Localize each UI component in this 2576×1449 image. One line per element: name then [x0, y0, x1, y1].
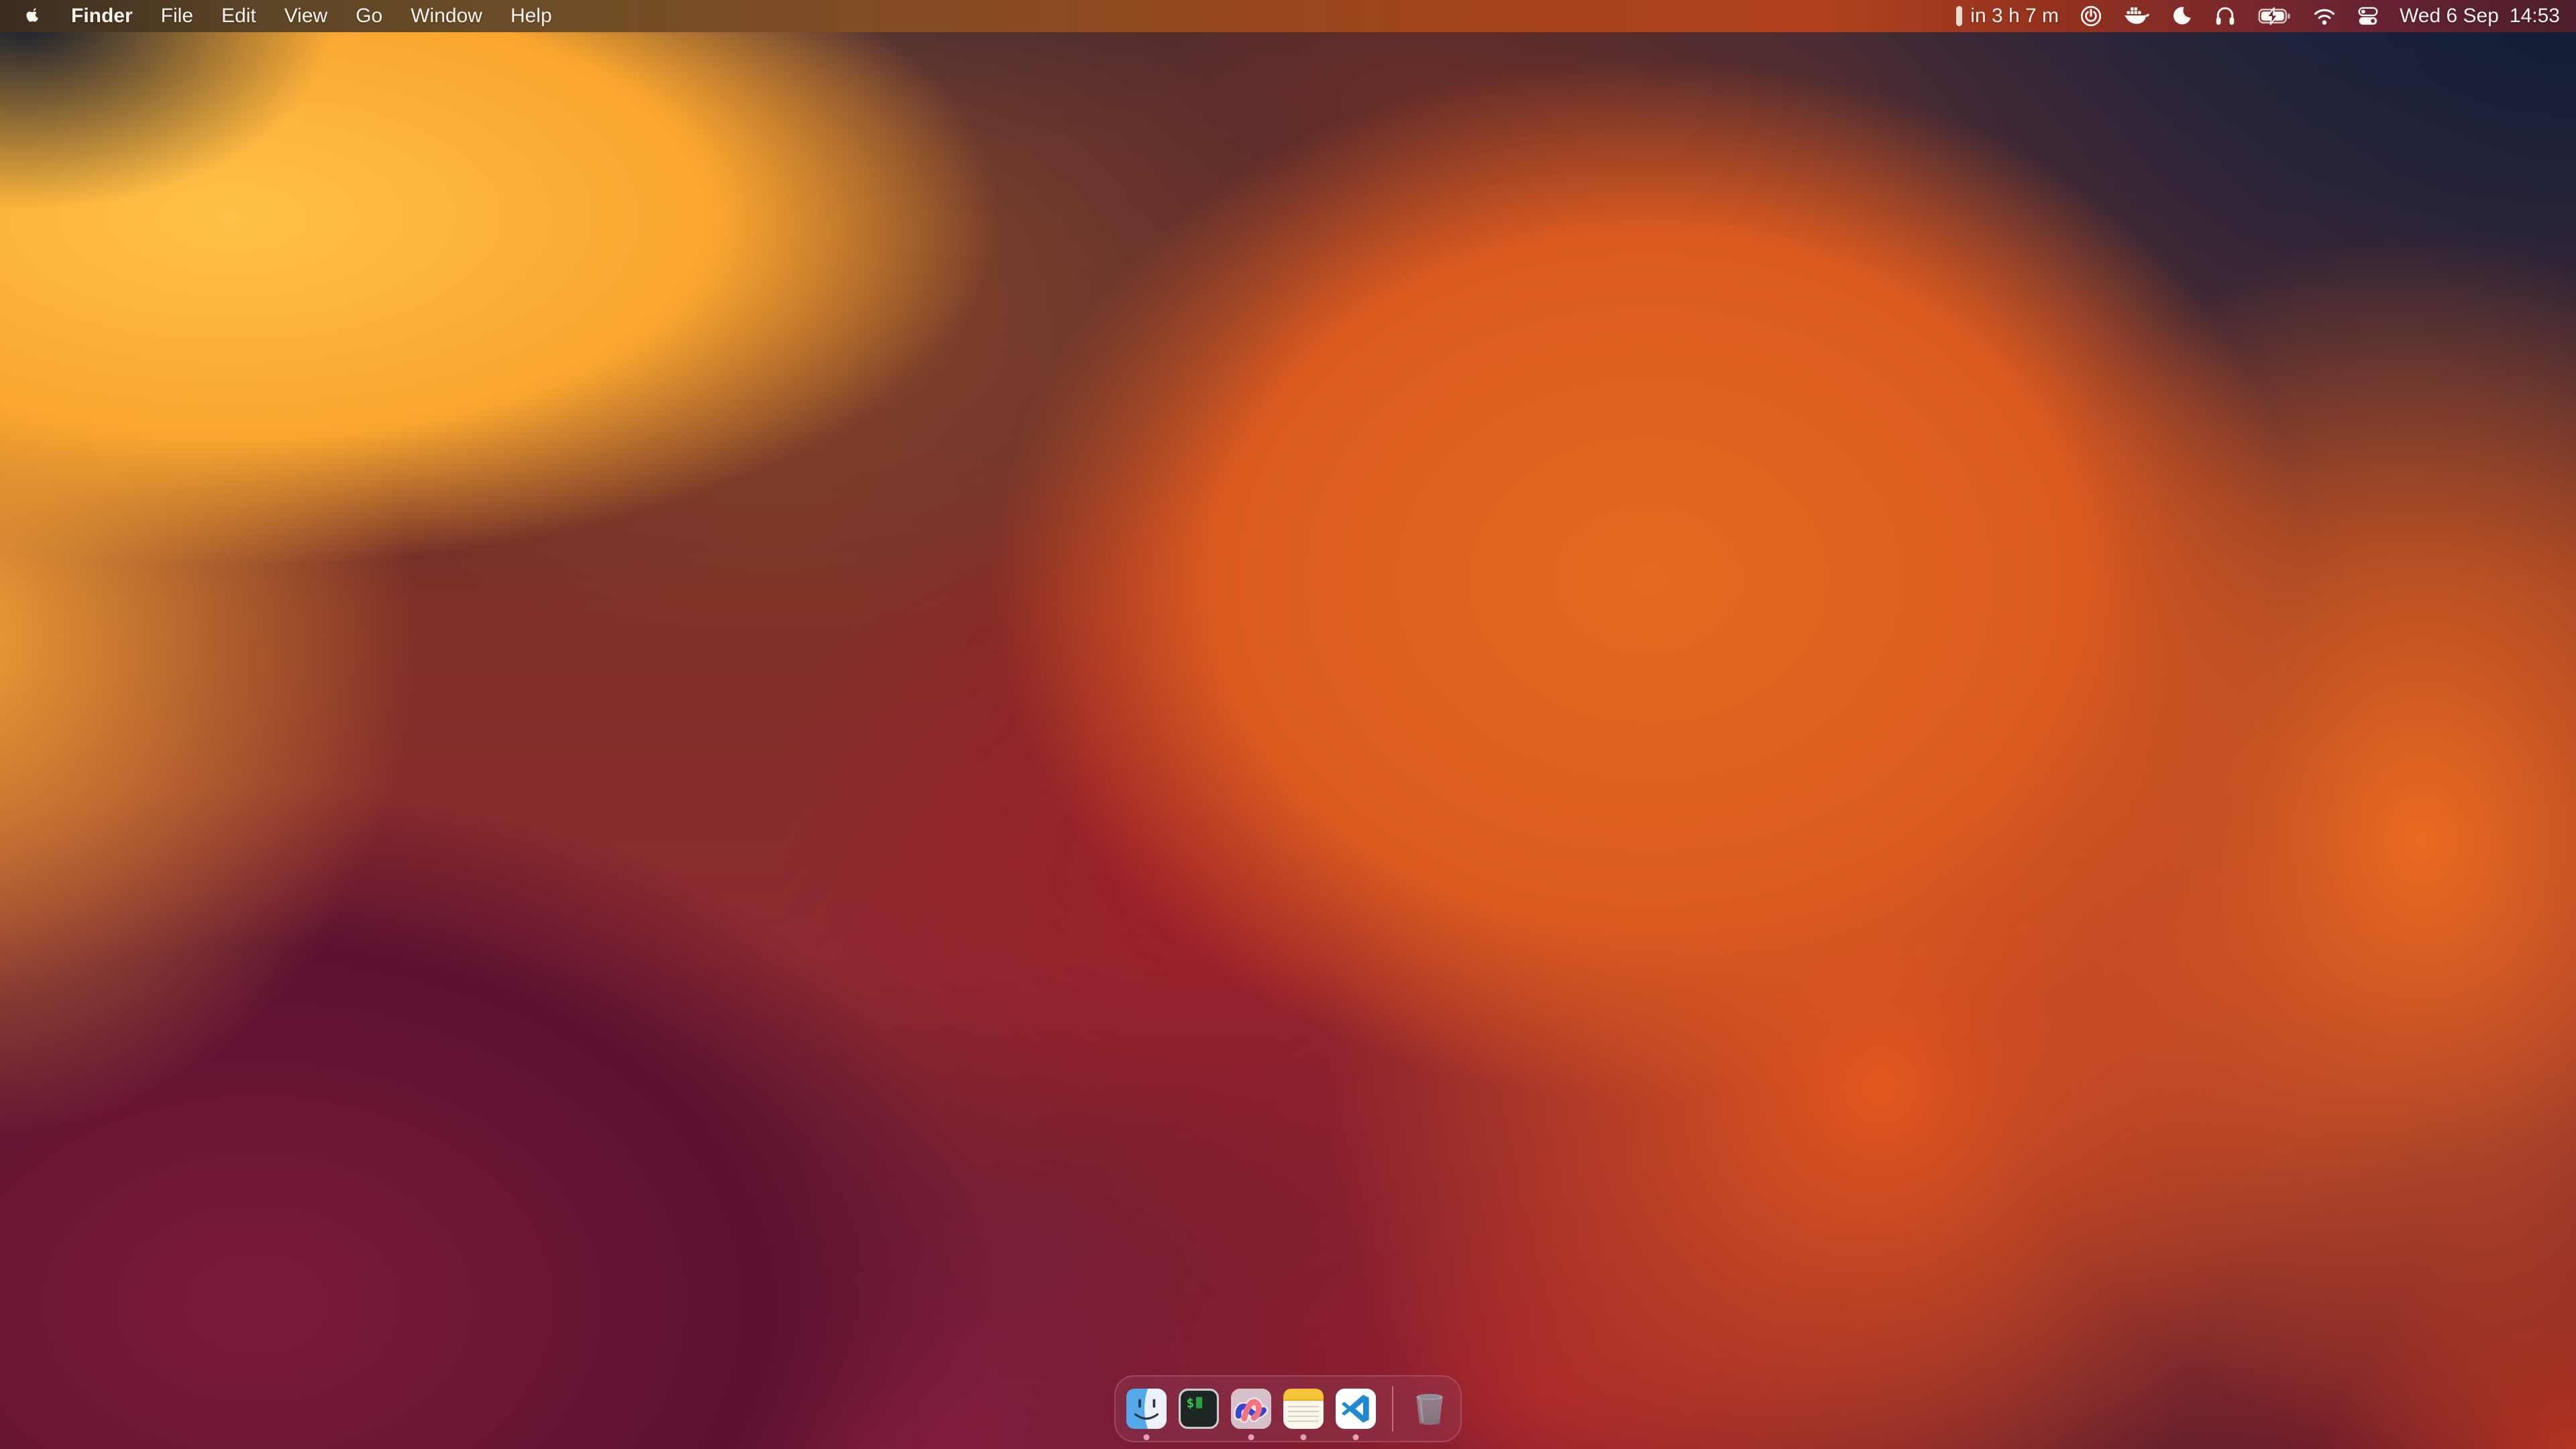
timer-status[interactable]: in 3 h 7 m — [1956, 5, 2059, 28]
headphones-icon[interactable] — [2213, 4, 2237, 28]
apple-logo-icon — [25, 6, 43, 26]
menu-view[interactable]: View — [284, 5, 327, 28]
docker-icon[interactable] — [2123, 5, 2150, 28]
dock-item-notes[interactable] — [1283, 1389, 1324, 1429]
running-indicator — [1144, 1434, 1150, 1440]
dock-item-vscode[interactable] — [1336, 1389, 1376, 1429]
running-indicator — [1353, 1434, 1359, 1440]
timer-pill-icon — [1956, 6, 1962, 26]
running-indicator — [1301, 1434, 1307, 1440]
menu-go[interactable]: Go — [356, 5, 382, 28]
menu-edit[interactable]: Edit — [221, 5, 256, 28]
dock-separator — [1392, 1386, 1393, 1432]
moon-focus-icon[interactable] — [2170, 5, 2193, 28]
timer-text: in 3 h 7 m — [1970, 5, 2059, 28]
clock-date: Wed 6 Sep — [2400, 5, 2499, 28]
menu-file[interactable]: File — [161, 5, 193, 28]
dock: $ — [1114, 1375, 1462, 1442]
menubar-clock[interactable]: Wed 6 Sep 14:53 — [2400, 5, 2560, 28]
menu-bar: Finder File Edit View Go Window Help in … — [0, 0, 2576, 32]
apple-menu[interactable] — [25, 6, 43, 26]
control-center-icon[interactable] — [2357, 5, 2379, 28]
dock-item-a-ribbon-app[interactable] — [1231, 1389, 1271, 1429]
power-ring-icon[interactable] — [2079, 4, 2103, 28]
battery-charging-icon[interactable] — [2257, 7, 2292, 25]
svg-text:$: $ — [1186, 1395, 1194, 1411]
menu-app-name[interactable]: Finder — [71, 5, 133, 28]
dock-item-terminal[interactable]: $ — [1179, 1389, 1219, 1429]
clock-time: 14:53 — [2510, 5, 2560, 28]
running-indicator — [1248, 1434, 1254, 1440]
desktop-wallpaper — [0, 0, 2576, 1449]
menu-window[interactable]: Window — [411, 5, 482, 28]
dock-item-finder[interactable] — [1126, 1389, 1167, 1429]
menu-help[interactable]: Help — [511, 5, 552, 28]
wifi-icon[interactable] — [2312, 6, 2337, 26]
dock-item-trash[interactable] — [1409, 1389, 1450, 1429]
